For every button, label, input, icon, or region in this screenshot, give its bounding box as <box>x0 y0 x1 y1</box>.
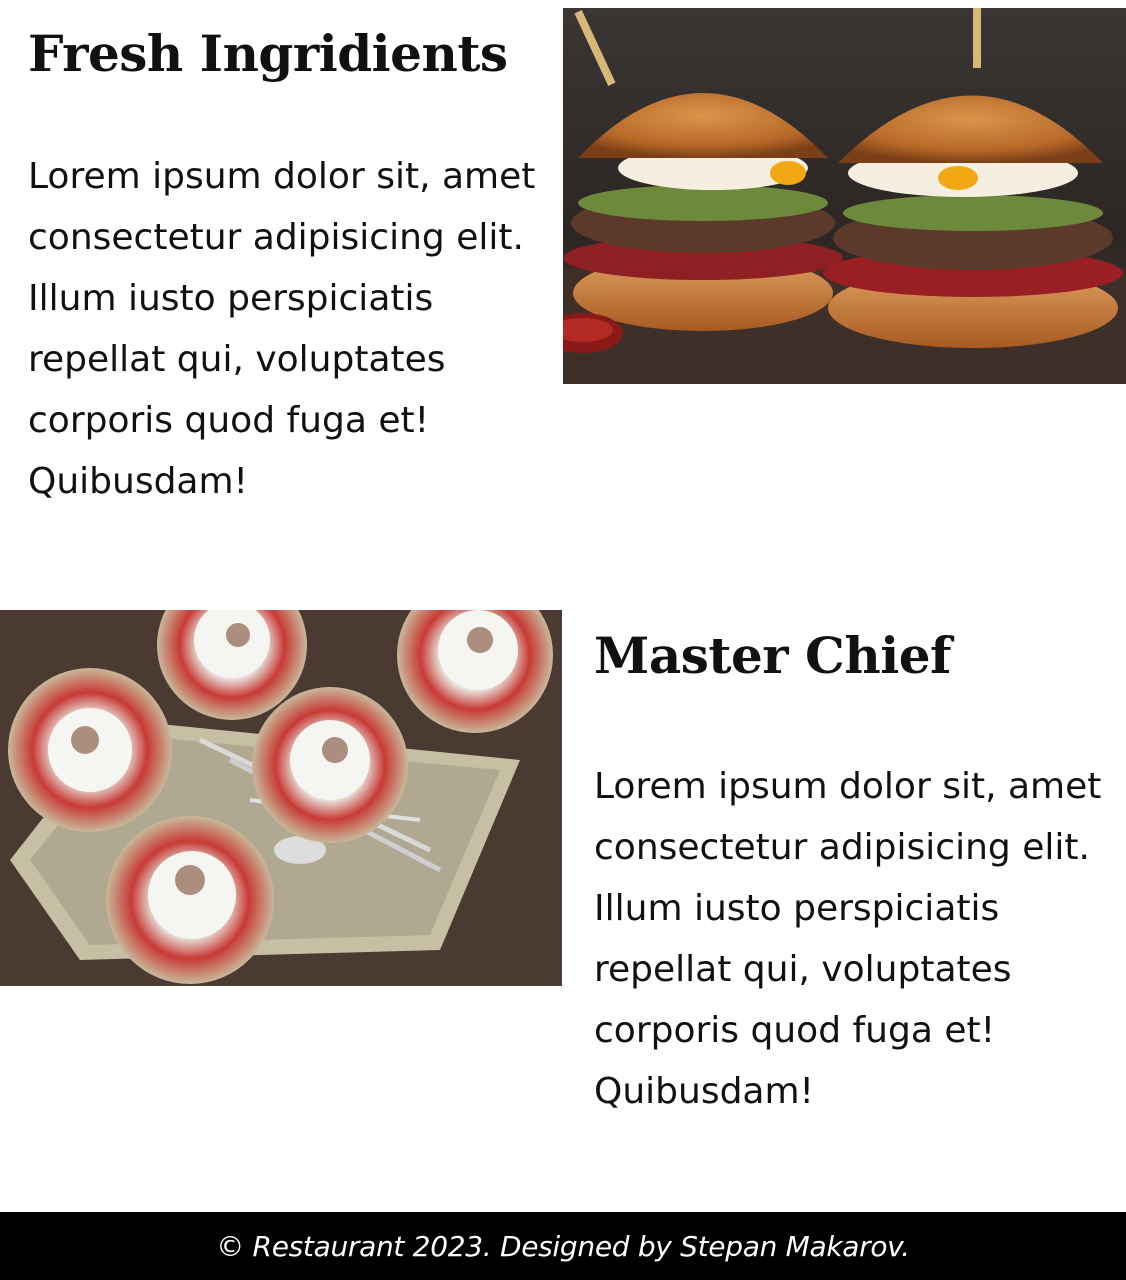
section-fresh-ingredients: Fresh Ingridients Lorem ipsum dolor sit,… <box>0 0 1126 600</box>
burgers-photo <box>563 8 1126 384</box>
footer-copyright: © Restaurant 2023. Designed by Stepan Ma… <box>216 1229 910 1263</box>
text-block: Fresh Ingridients Lorem ipsum dolor sit,… <box>28 14 548 512</box>
footer: © Restaurant 2023. Designed by Stepan Ma… <box>0 1212 1126 1280</box>
desserts-photo <box>0 610 562 986</box>
section-master-chief: Master Chief Lorem ipsum dolor sit, amet… <box>0 600 1126 1212</box>
section-paragraph: Lorem ipsum dolor sit, amet consectetur … <box>28 156 536 502</box>
section-heading: Fresh Ingridients <box>28 24 508 83</box>
desserts-illustration <box>0 610 562 986</box>
burgers-illustration <box>563 8 1126 384</box>
section-paragraph: Lorem ipsum dolor sit, amet consectetur … <box>594 766 1102 1112</box>
page: Fresh Ingridients Lorem ipsum dolor sit,… <box>0 0 1126 1280</box>
text-block: Master Chief Lorem ipsum dolor sit, amet… <box>594 616 1114 1122</box>
section-heading: Master Chief <box>594 626 952 685</box>
